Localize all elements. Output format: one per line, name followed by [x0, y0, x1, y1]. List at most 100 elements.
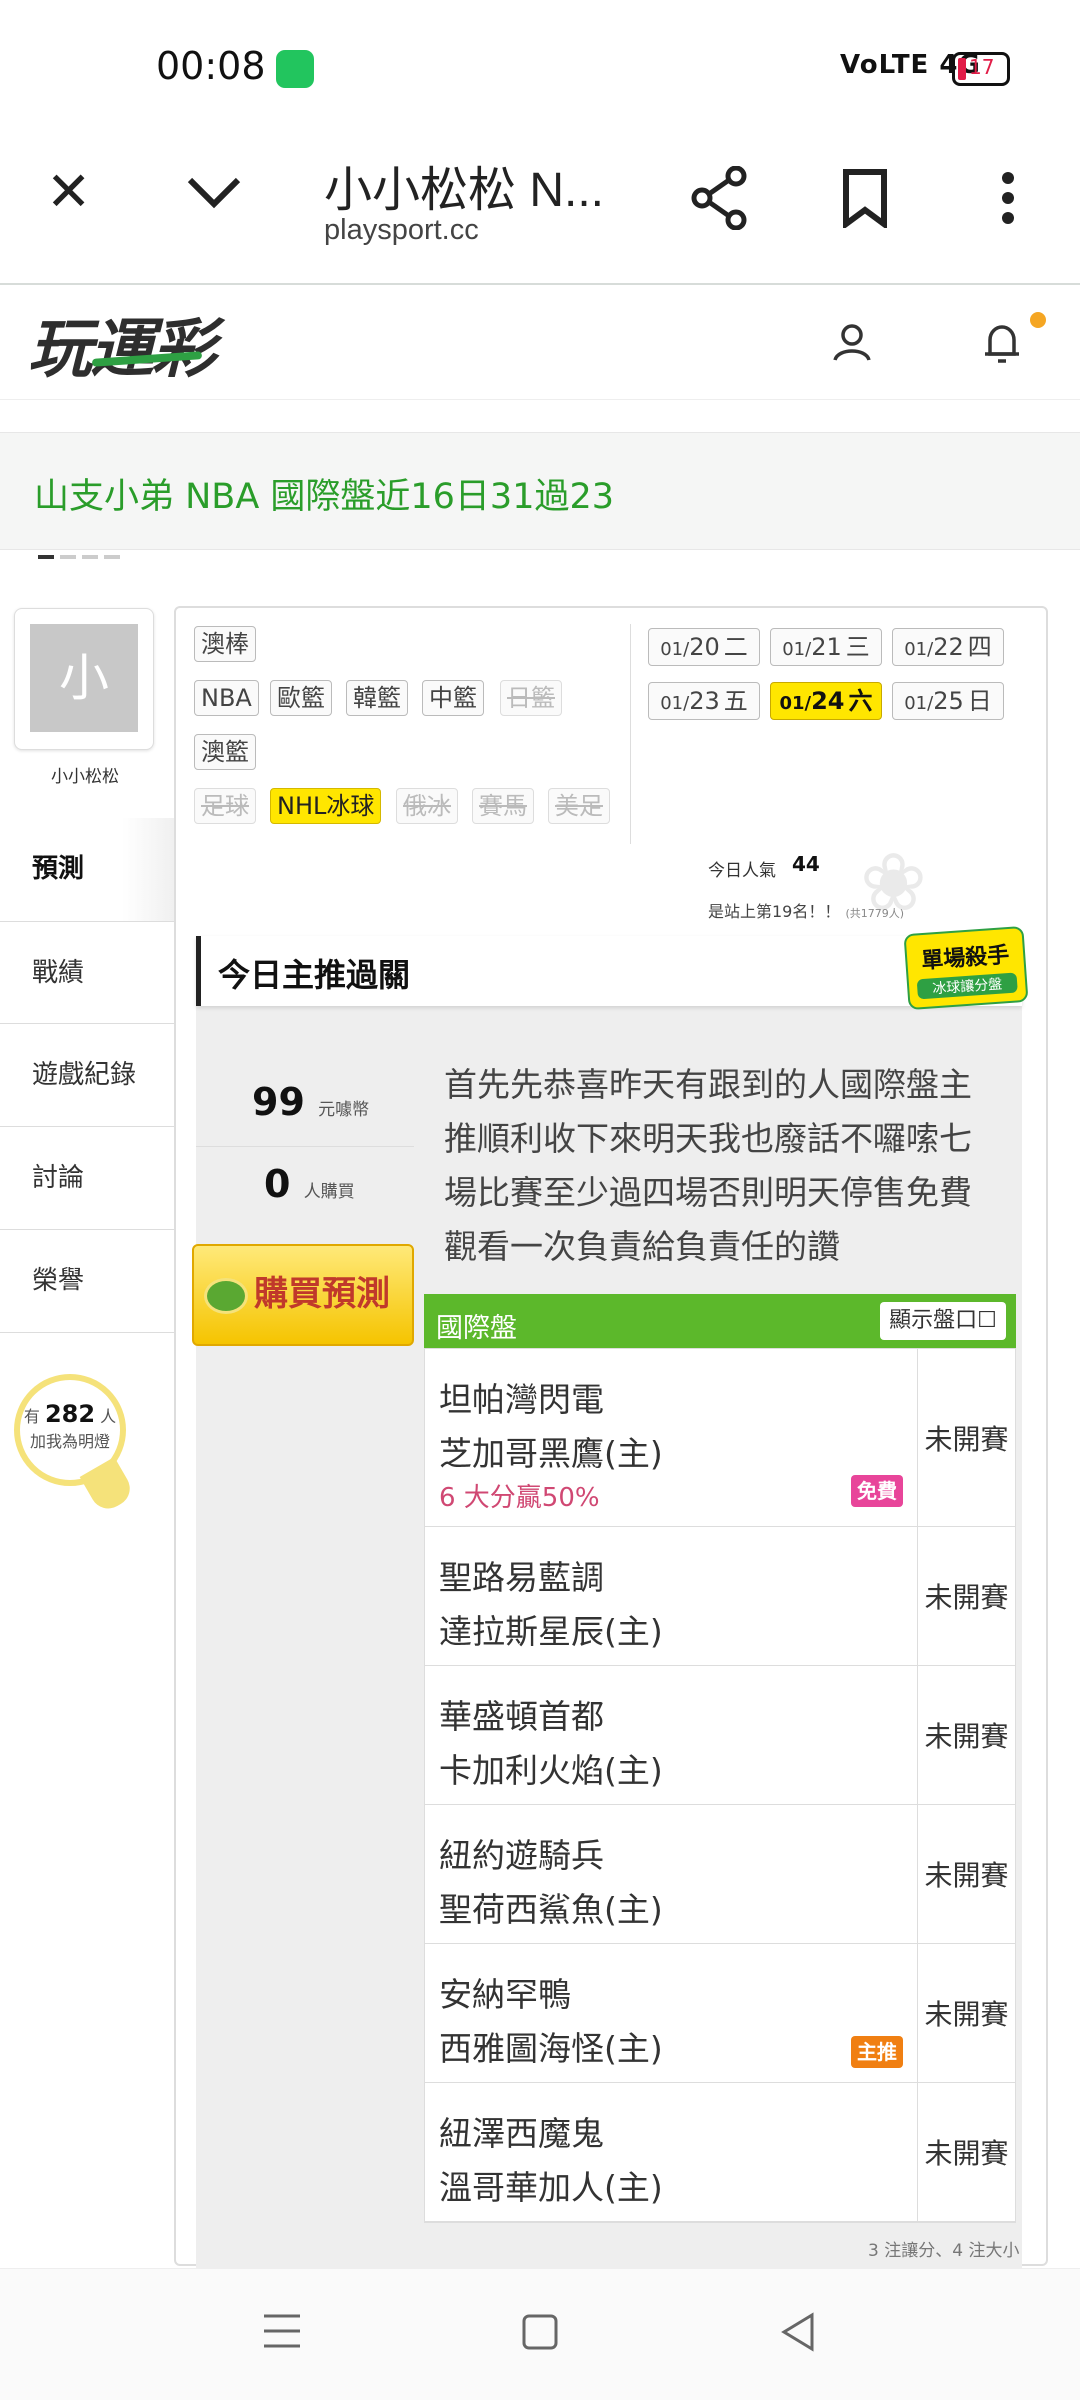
- away-team: 坦帕灣閃電: [439, 1380, 604, 1419]
- popularity-value: 44: [792, 852, 820, 876]
- site-logo[interactable]: 玩運彩: [28, 298, 216, 390]
- sidebar-item-label: 討論: [32, 1163, 85, 1193]
- date-chip[interactable]: 01/23 五: [648, 682, 760, 720]
- follow-lamp[interactable]: 有 282 人 加我為明燈: [14, 1374, 126, 1486]
- sidebar-item-predictions[interactable]: 預測: [0, 818, 174, 921]
- sidebar-item-label: 預測: [32, 854, 85, 884]
- sport-chip[interactable]: 足球: [194, 788, 256, 824]
- battery-level: 17: [969, 55, 995, 79]
- badge-title: 單場殺手: [920, 942, 1011, 975]
- price-unit: 元噱幣: [318, 1100, 370, 1120]
- sidebar-item-game-log[interactable]: 遊戲紀錄: [0, 1024, 174, 1127]
- bell-icon[interactable]: [982, 320, 1022, 370]
- sport-chip[interactable]: 賽馬: [472, 788, 534, 824]
- sidebar-nav: 預測 戰績 遊戲紀錄 討論 榮譽: [0, 818, 174, 1333]
- avatar[interactable]: 小: [30, 624, 138, 732]
- away-team: 聖路易藍調: [439, 1558, 604, 1597]
- app-notification-icon: [276, 50, 314, 88]
- away-team: 安納罕鴨: [439, 1975, 571, 2014]
- game-teams: 華盛頓首都卡加利火焰(主): [439, 1690, 663, 1798]
- game-status: 未開賽: [917, 1527, 1015, 1665]
- away-team: 紐澤西魔鬼: [439, 2114, 604, 2153]
- notification-dot: [1030, 312, 1046, 328]
- badge-subtitle: 冰球讓分盤: [916, 972, 1018, 1000]
- game-status: 未開賽: [917, 1666, 1015, 1804]
- pick-summary: 3 注讓分、4 注大小: [868, 2241, 1020, 2261]
- bookmark-icon[interactable]: [842, 168, 888, 232]
- sport-chip[interactable]: 日籃: [500, 680, 562, 716]
- price-value: 99: [252, 1080, 305, 1124]
- rank-note: (共1779人): [845, 907, 905, 920]
- date-chip[interactable]: 01/24 六: [770, 682, 882, 720]
- game-row[interactable]: 坦帕灣閃電 芝加哥黑鷹(主) 6 大分贏50% 免費 未開賽: [425, 1349, 1015, 1527]
- game-teams: 安納罕鴨西雅圖海怪(主): [439, 1968, 663, 2076]
- home-team: 達拉斯星辰(主): [439, 1612, 663, 1651]
- sport-chip[interactable]: 俄冰: [396, 788, 458, 824]
- buyers-unit: 人購買: [303, 1182, 355, 1202]
- home-team: 西雅圖海怪(主): [439, 2029, 663, 2068]
- sport-chip[interactable]: NBA: [194, 680, 259, 716]
- game-status: 未開賽: [917, 2083, 1015, 2221]
- chevron-down-icon[interactable]: [186, 172, 242, 216]
- sidebar-item-label: 戰績: [32, 958, 85, 988]
- game-status: 未開賽: [917, 1349, 1015, 1526]
- sport-chip[interactable]: 歐籃: [270, 680, 332, 716]
- sport-chip[interactable]: 中籃: [422, 680, 484, 716]
- game-row[interactable]: 紐約遊騎兵 聖荷西鯊魚(主) 未開賽: [425, 1805, 1015, 1944]
- menu-icon[interactable]: [262, 2312, 302, 2354]
- date-chip[interactable]: 01/22 四: [892, 628, 1004, 666]
- headline-text[interactable]: 山支小弟 NBA 國際盤近16日31過23: [34, 468, 614, 519]
- game-row[interactable]: 華盛頓首都卡加利火焰(主) 未開賽: [425, 1666, 1015, 1805]
- sidebar-item-label: 榮譽: [32, 1266, 85, 1296]
- game-teams: 聖路易藍調達拉斯星辰(主): [439, 1551, 663, 1659]
- date-chip[interactable]: 01/25 日: [892, 682, 1004, 720]
- killer-badge: 單場殺手 冰球讓分盤: [903, 925, 1029, 1011]
- close-icon[interactable]: ✕: [46, 160, 91, 223]
- share-icon[interactable]: [690, 165, 750, 234]
- user-icon[interactable]: [832, 322, 872, 366]
- game-row[interactable]: 聖路易藍調達拉斯星辰(主) 未開賽: [425, 1527, 1015, 1666]
- status-time: 00:08: [156, 44, 266, 88]
- home-team: 芝加哥黑鷹(主): [439, 1434, 663, 1473]
- more-vert-icon[interactable]: [998, 170, 1018, 230]
- sport-chip[interactable]: 美足: [548, 788, 610, 824]
- date-chip[interactable]: 01/20 二: [648, 628, 760, 666]
- game-teams: 坦帕灣閃電芝加哥黑鷹(主): [439, 1373, 663, 1481]
- main-pick-badge: 主推: [851, 2036, 903, 2068]
- game-teams: 紐約遊騎兵 聖荷西鯊魚(主): [439, 1829, 663, 1937]
- checkbox-icon: ☐: [977, 1308, 997, 1333]
- home-team: 溫哥華加人(主): [439, 2168, 663, 2207]
- game-row[interactable]: 紐澤西魔鬼溫哥華加人(主) 未開賽: [425, 2083, 1015, 2222]
- popularity-label: 今日人氣: [708, 861, 776, 881]
- battery-icon: 17: [952, 52, 1010, 86]
- sidebar-item-honors[interactable]: 榮譽: [0, 1230, 174, 1333]
- sidebar-item-record[interactable]: 戰績: [0, 921, 174, 1024]
- back-icon[interactable]: [780, 2312, 816, 2356]
- home-team: 聖荷西鯊魚(主): [439, 1890, 663, 1929]
- page-url[interactable]: playsport.cc: [324, 214, 479, 247]
- price: 99 元噱幣: [252, 1080, 369, 1124]
- market-label: 國際盤: [436, 1313, 517, 1344]
- home-icon[interactable]: [522, 2314, 558, 2354]
- pick-result: 6 大分贏50%: [439, 1483, 600, 1513]
- card-title: 今日主推過關: [218, 956, 411, 994]
- rank-text: 是站上第19名！！: [708, 902, 841, 921]
- divider: [196, 1146, 414, 1147]
- sport-chip[interactable]: 韓籃: [346, 680, 408, 716]
- sport-chip[interactable]: 澳籃: [194, 734, 256, 770]
- game-status: 未開賽: [917, 1805, 1015, 1943]
- sport-chip[interactable]: 澳棒: [194, 626, 256, 662]
- show-odds-button[interactable]: 顯示盤口☐: [880, 1302, 1006, 1340]
- panel-divider: [630, 624, 631, 844]
- sport-chip[interactable]: NHL冰球: [270, 788, 382, 824]
- sidebar-item-discussion[interactable]: 討論: [0, 1127, 174, 1230]
- game-status: 未開賽: [917, 1944, 1015, 2082]
- game-teams: 紐澤西魔鬼溫哥華加人(主): [439, 2107, 663, 2215]
- page-title[interactable]: 小小松松 N...: [324, 150, 604, 220]
- free-badge: 免費: [851, 1475, 903, 1507]
- sidebar-item-label: 遊戲紀錄: [32, 1060, 137, 1090]
- game-row[interactable]: 安納罕鴨西雅圖海怪(主) 主推 未開賽: [425, 1944, 1015, 2083]
- away-team: 華盛頓首都: [439, 1697, 604, 1736]
- home-team: 卡加利火焰(主): [439, 1751, 663, 1790]
- date-chip[interactable]: 01/21 三: [770, 628, 882, 666]
